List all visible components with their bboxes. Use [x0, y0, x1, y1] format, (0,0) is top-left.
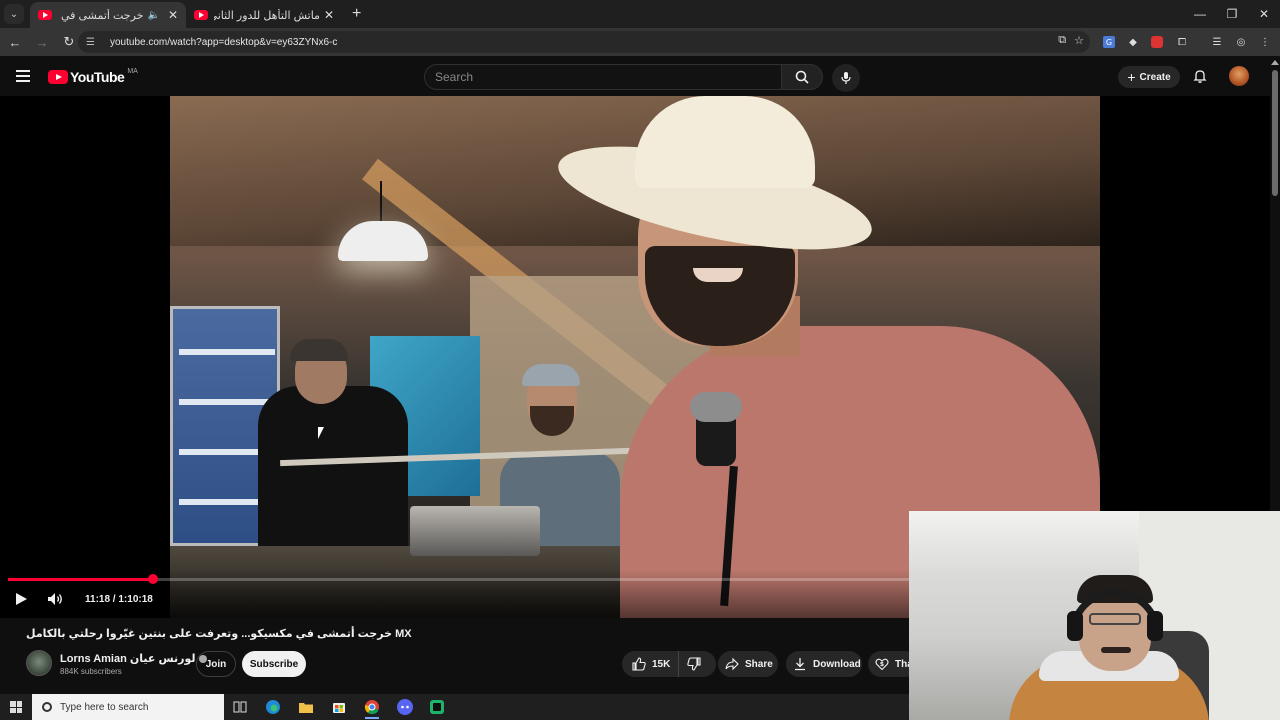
red-extension-icon[interactable] [1148, 33, 1166, 51]
taskbar-search-placeholder[interactable]: Type here to search [60, 702, 148, 713]
address-bar[interactable]: ☰ youtube.com/watch?app=desktop&v=ey63ZY… [78, 31, 1090, 53]
volume-button[interactable] [47, 592, 65, 606]
time-display: 11:18 / 1:10:18 [85, 594, 153, 605]
logo-text: YouTube [70, 69, 125, 85]
translate-extension-icon[interactable]: G [1100, 33, 1118, 51]
browser-tab-active[interactable]: خرجت أتمشى في مكسيكو... 🔈 ✕ [30, 2, 186, 28]
share-button[interactable]: Share [718, 651, 778, 677]
dislike-button[interactable] [679, 657, 707, 671]
omnibox-actions: ⧉ ☆ [1058, 34, 1084, 47]
voice-search-button[interactable] [832, 64, 860, 92]
volume-icon [48, 593, 62, 605]
mouse-cursor-icon [318, 427, 330, 439]
share-arrow-icon [725, 657, 739, 671]
minimize-icon[interactable]: — [1184, 0, 1216, 28]
channel-avatar[interactable] [26, 650, 52, 676]
play-icon [16, 593, 27, 605]
browser-toolbar: ← → ↻ ☰ youtube.com/watch?app=desktop&v=… [0, 28, 1280, 56]
discord-icon[interactable] [394, 697, 416, 717]
join-button[interactable]: Join [196, 651, 236, 677]
tab-search-icon[interactable]: ⌄ [4, 4, 24, 24]
channel-name[interactable]: Lorns Amian لورنس عيان [60, 652, 207, 665]
file-explorer-icon[interactable] [295, 697, 317, 717]
share-label: Share [745, 658, 773, 670]
create-label: Create [1139, 71, 1171, 83]
search-button[interactable] [781, 64, 823, 90]
close-tab-icon[interactable]: ✕ [168, 8, 178, 22]
youtube-favicon-icon [194, 10, 208, 20]
browser-tab-inactive[interactable]: ماتش التأهل للدور الثاني؟ النشكـ ✕ [186, 2, 342, 28]
diamond-extension-icon[interactable]: ◆ [1124, 33, 1142, 51]
window-controls: — ❐ ✕ [1184, 0, 1280, 28]
download-label: Download [813, 658, 861, 670]
search-box [424, 64, 782, 90]
microphone-icon [841, 72, 851, 84]
close-icon[interactable]: ✕ [1248, 0, 1280, 28]
back-arrow-icon[interactable]: ← [3, 35, 27, 50]
svg-text:G: G [1106, 38, 1112, 47]
windows-start-icon[interactable] [10, 701, 22, 713]
taskbar-search-box[interactable]: Type here to search [32, 694, 224, 720]
subscribe-button[interactable]: Subscribe [242, 651, 306, 677]
restore-icon[interactable]: ❐ [1216, 0, 1248, 28]
download-button[interactable]: Download [786, 651, 862, 677]
webcam-overlay [909, 511, 1280, 720]
user-avatar[interactable] [1229, 66, 1249, 86]
chrome-icon[interactable] [361, 697, 383, 719]
edge-icon[interactable] [262, 697, 284, 717]
install-app-icon[interactable]: ⧉ [1058, 34, 1066, 47]
youtube-favicon-icon [38, 10, 52, 20]
youtube-play-logo-icon [48, 70, 68, 84]
windows-taskbar: Type here to search [0, 694, 909, 720]
like-count: 15K [652, 658, 671, 670]
extensions-puzzle-icon[interactable]: ⧠ [1173, 33, 1191, 51]
video-title: خرجت أتمشى في مكسيكو... وتعرفت على بنتين… [26, 628, 412, 640]
search-icon [42, 702, 52, 712]
new-tab-plus-icon[interactable]: + [352, 5, 361, 23]
site-info-icon[interactable]: ☰ [86, 37, 100, 48]
forward-arrow-icon[interactable]: → [30, 35, 54, 50]
hamburger-menu-icon[interactable] [16, 70, 30, 82]
tab-title: خرجت أتمشى في مكسيكو... [58, 9, 144, 22]
subscriber-count: 884K subscribers [60, 667, 122, 676]
tab-title: ماتش التأهل للدور الثاني؟ النشكـ [214, 9, 320, 22]
profile-icon[interactable]: ◎ [1232, 33, 1250, 51]
thumbs-up-icon [632, 657, 646, 671]
region-code: MA [127, 67, 138, 75]
play-button[interactable] [14, 592, 28, 606]
create-button[interactable]: + Create [1118, 66, 1180, 88]
store-icon[interactable] [328, 697, 350, 717]
reading-list-icon[interactable]: ☰ [1208, 33, 1226, 51]
app-icon[interactable] [426, 697, 448, 717]
thanks-heart-dollar-icon: $ [875, 658, 889, 671]
search-icon [795, 70, 809, 84]
progress-played [8, 578, 154, 581]
scrollbar-thumb[interactable] [1272, 70, 1278, 196]
notifications-bell-icon[interactable] [1192, 68, 1208, 84]
bookmark-star-icon[interactable]: ☆ [1074, 34, 1084, 47]
browser-menu-icon[interactable]: ⋮ [1256, 33, 1274, 51]
like-dislike-group: 15K [622, 651, 716, 677]
like-button[interactable]: 15K [622, 651, 680, 677]
browser-tab-strip: ⌄ خرجت أتمشى في مكسيكو... 🔈 ✕ ماتش التأه… [0, 0, 1280, 28]
speaker-icon[interactable]: 🔈 [147, 10, 159, 21]
scroll-up-arrow-icon[interactable] [1271, 60, 1279, 65]
youtube-logo[interactable]: YouTube MA [48, 67, 138, 85]
task-view-icon[interactable] [229, 697, 251, 717]
svg-text:$: $ [880, 661, 884, 668]
download-icon [795, 658, 805, 671]
thumbs-down-icon [687, 657, 701, 671]
close-tab-icon[interactable]: ✕ [324, 8, 334, 22]
search-input[interactable] [425, 65, 781, 89]
plus-icon: + [1127, 69, 1136, 85]
url-text[interactable]: youtube.com/watch?app=desktop&v=ey63ZYNx… [110, 37, 337, 48]
youtube-masthead: YouTube MA + Create [0, 56, 1280, 96]
channel-name-text[interactable]: Lorns Amian لورنس عيان [60, 653, 196, 665]
